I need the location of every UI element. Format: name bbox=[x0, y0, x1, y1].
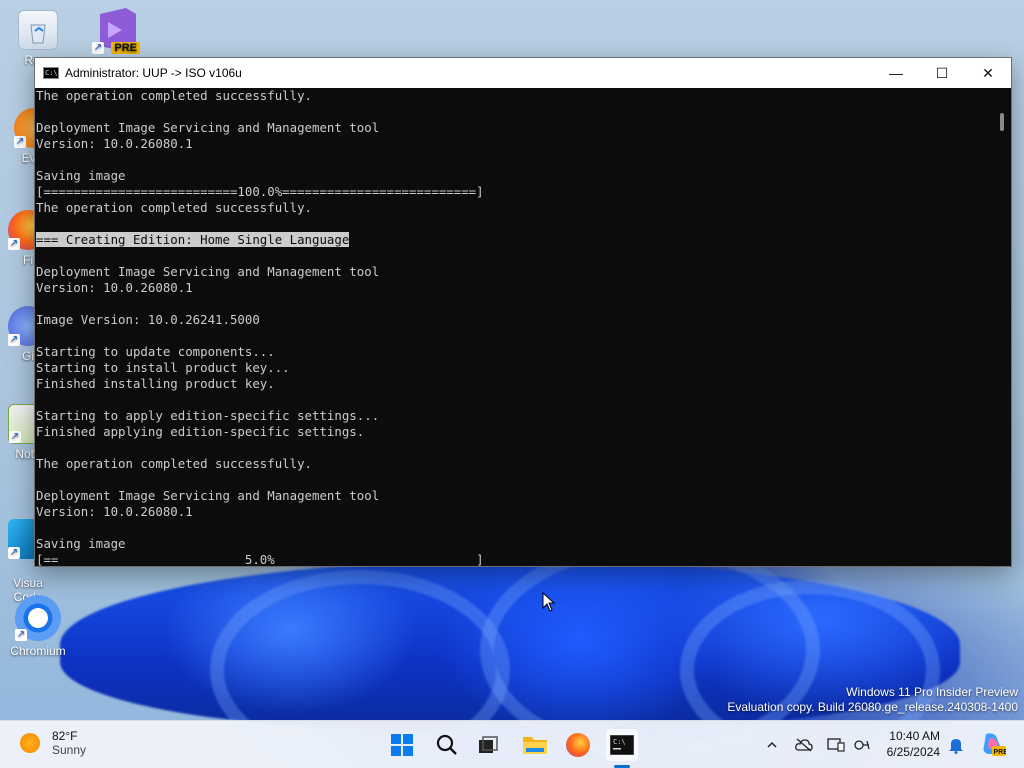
console-line: Finished applying edition-specific setti… bbox=[36, 424, 365, 439]
chromium-icon: ↗ bbox=[15, 595, 61, 641]
svg-text:C:\: C:\ bbox=[613, 738, 626, 746]
console-window[interactable]: C:\ Administrator: UUP -> ISO v106u — ☐ … bbox=[34, 57, 1012, 567]
chevron-up-icon bbox=[767, 741, 777, 748]
desktop-icon-label: Chromium bbox=[10, 644, 66, 658]
shortcut-arrow-icon: ↗ bbox=[15, 629, 27, 641]
recycle-bin-icon bbox=[18, 10, 58, 50]
terminal-icon: C:\ bbox=[610, 735, 634, 755]
close-button[interactable]: ✕ bbox=[965, 58, 1011, 88]
selected-text: === Creating Edition: Home Single Langua… bbox=[36, 232, 350, 247]
preview-badge: PRE bbox=[111, 42, 140, 54]
show-hidden-icons-button[interactable] bbox=[762, 735, 782, 755]
watermark-line-1: Windows 11 Pro Insider Preview bbox=[846, 685, 1018, 699]
console-line: Version: 10.0.26080.1 bbox=[36, 504, 193, 519]
console-line: Saving image bbox=[36, 168, 126, 183]
weather-condition: Sunny bbox=[52, 743, 87, 757]
console-app-icon: C:\ bbox=[43, 67, 59, 79]
console-line: Deployment Image Servicing and Managemen… bbox=[36, 120, 380, 135]
clock-date: 6/25/2024 bbox=[886, 745, 940, 759]
clock-time: 10:40 AM bbox=[889, 729, 940, 743]
display-button[interactable] bbox=[826, 735, 846, 755]
desktop-icon-chromium[interactable]: ↗ Chromium bbox=[6, 595, 70, 658]
firefox-taskbar-button[interactable] bbox=[562, 729, 594, 761]
console-line: Version: 10.0.26080.1 bbox=[36, 280, 193, 295]
console-line: The operation completed successfully. bbox=[36, 88, 313, 103]
sun-icon bbox=[20, 733, 40, 753]
shortcut-arrow-icon: ↗ bbox=[8, 238, 20, 250]
shortcut-arrow-icon: ↗ bbox=[14, 136, 26, 148]
mouse-cursor-icon bbox=[542, 592, 556, 612]
network-button[interactable] bbox=[852, 735, 872, 755]
start-icon bbox=[391, 734, 413, 756]
console-line: [== 5.0% ] bbox=[36, 552, 484, 566]
console-line: [==========================100.0%=======… bbox=[36, 184, 484, 199]
onedrive-button[interactable] bbox=[794, 735, 814, 755]
visual-studio-preview-icon: ↗ PRE bbox=[92, 6, 140, 54]
console-scrollbar[interactable] bbox=[994, 88, 1011, 566]
window-title: Administrator: UUP -> ISO v106u bbox=[65, 66, 242, 80]
svg-text:PRE: PRE bbox=[994, 749, 1007, 756]
weather-temperature: 82°F bbox=[52, 729, 78, 743]
cloud-offline-icon bbox=[795, 738, 813, 752]
search-icon bbox=[436, 734, 457, 755]
console-line: The operation completed successfully. bbox=[36, 200, 313, 215]
bell-icon bbox=[949, 739, 963, 754]
task-view-button[interactable] bbox=[472, 729, 504, 761]
file-explorer-button[interactable] bbox=[519, 729, 551, 761]
console-line: Version: 10.0.26080.1 bbox=[36, 136, 193, 151]
taskbar: 82°F Sunny C:\ 10:40 AM 6/25/2024 PRE bbox=[0, 720, 1024, 768]
evaluation-watermark: Windows 11 Pro Insider Preview Evaluatio… bbox=[727, 685, 1018, 715]
copilot-preview-icon: PRE bbox=[983, 733, 1007, 756]
weather-widget[interactable]: 82°F Sunny bbox=[20, 729, 86, 757]
network-icon bbox=[854, 740, 870, 750]
firefox-icon bbox=[566, 733, 590, 757]
watermark-line-2: Evaluation copy. Build 26080.ge_release.… bbox=[727, 700, 1018, 714]
task-view-icon bbox=[479, 736, 498, 753]
start-button[interactable] bbox=[386, 729, 418, 761]
console-output[interactable]: The operation completed successfully. Dep… bbox=[35, 88, 994, 566]
copilot-button[interactable]: PRE bbox=[980, 731, 1006, 757]
console-line: Starting to update components... bbox=[36, 344, 275, 359]
console-line: Starting to apply edition-specific setti… bbox=[36, 408, 380, 423]
file-explorer-icon bbox=[523, 737, 547, 754]
terminal-taskbar-button[interactable]: C:\ bbox=[606, 729, 638, 761]
maximize-button[interactable]: ☐ bbox=[919, 58, 965, 88]
console-line: The operation completed successfully. bbox=[36, 456, 313, 471]
console-line: Saving image bbox=[36, 536, 126, 551]
console-line: Deployment Image Servicing and Managemen… bbox=[36, 488, 380, 503]
scrollbar-thumb[interactable] bbox=[1000, 113, 1004, 131]
display-icon bbox=[827, 738, 845, 752]
taskbar-clock[interactable]: 10:40 AM 6/25/2024 bbox=[887, 728, 940, 760]
console-line: Finished installing product key. bbox=[36, 376, 275, 391]
console-line: Starting to install product key... bbox=[36, 360, 290, 375]
shortcut-arrow-icon: ↗ bbox=[9, 431, 21, 443]
window-titlebar[interactable]: C:\ Administrator: UUP -> ISO v106u — ☐ … bbox=[35, 58, 1011, 88]
shortcut-arrow-icon: ↗ bbox=[92, 42, 104, 54]
console-line: Image Version: 10.0.26241.5000 bbox=[36, 312, 260, 327]
search-button[interactable] bbox=[431, 729, 463, 761]
console-line: Deployment Image Servicing and Managemen… bbox=[36, 264, 380, 279]
shortcut-arrow-icon: ↗ bbox=[8, 547, 20, 559]
shortcut-arrow-icon: ↗ bbox=[8, 334, 20, 346]
notifications-button[interactable] bbox=[946, 735, 966, 755]
minimize-button[interactable]: — bbox=[873, 58, 919, 88]
desktop-icon-visual-studio-preview[interactable]: ↗ PRE bbox=[84, 6, 148, 57]
console-line: === Creating Edition: Home Single Langua… bbox=[36, 232, 994, 248]
